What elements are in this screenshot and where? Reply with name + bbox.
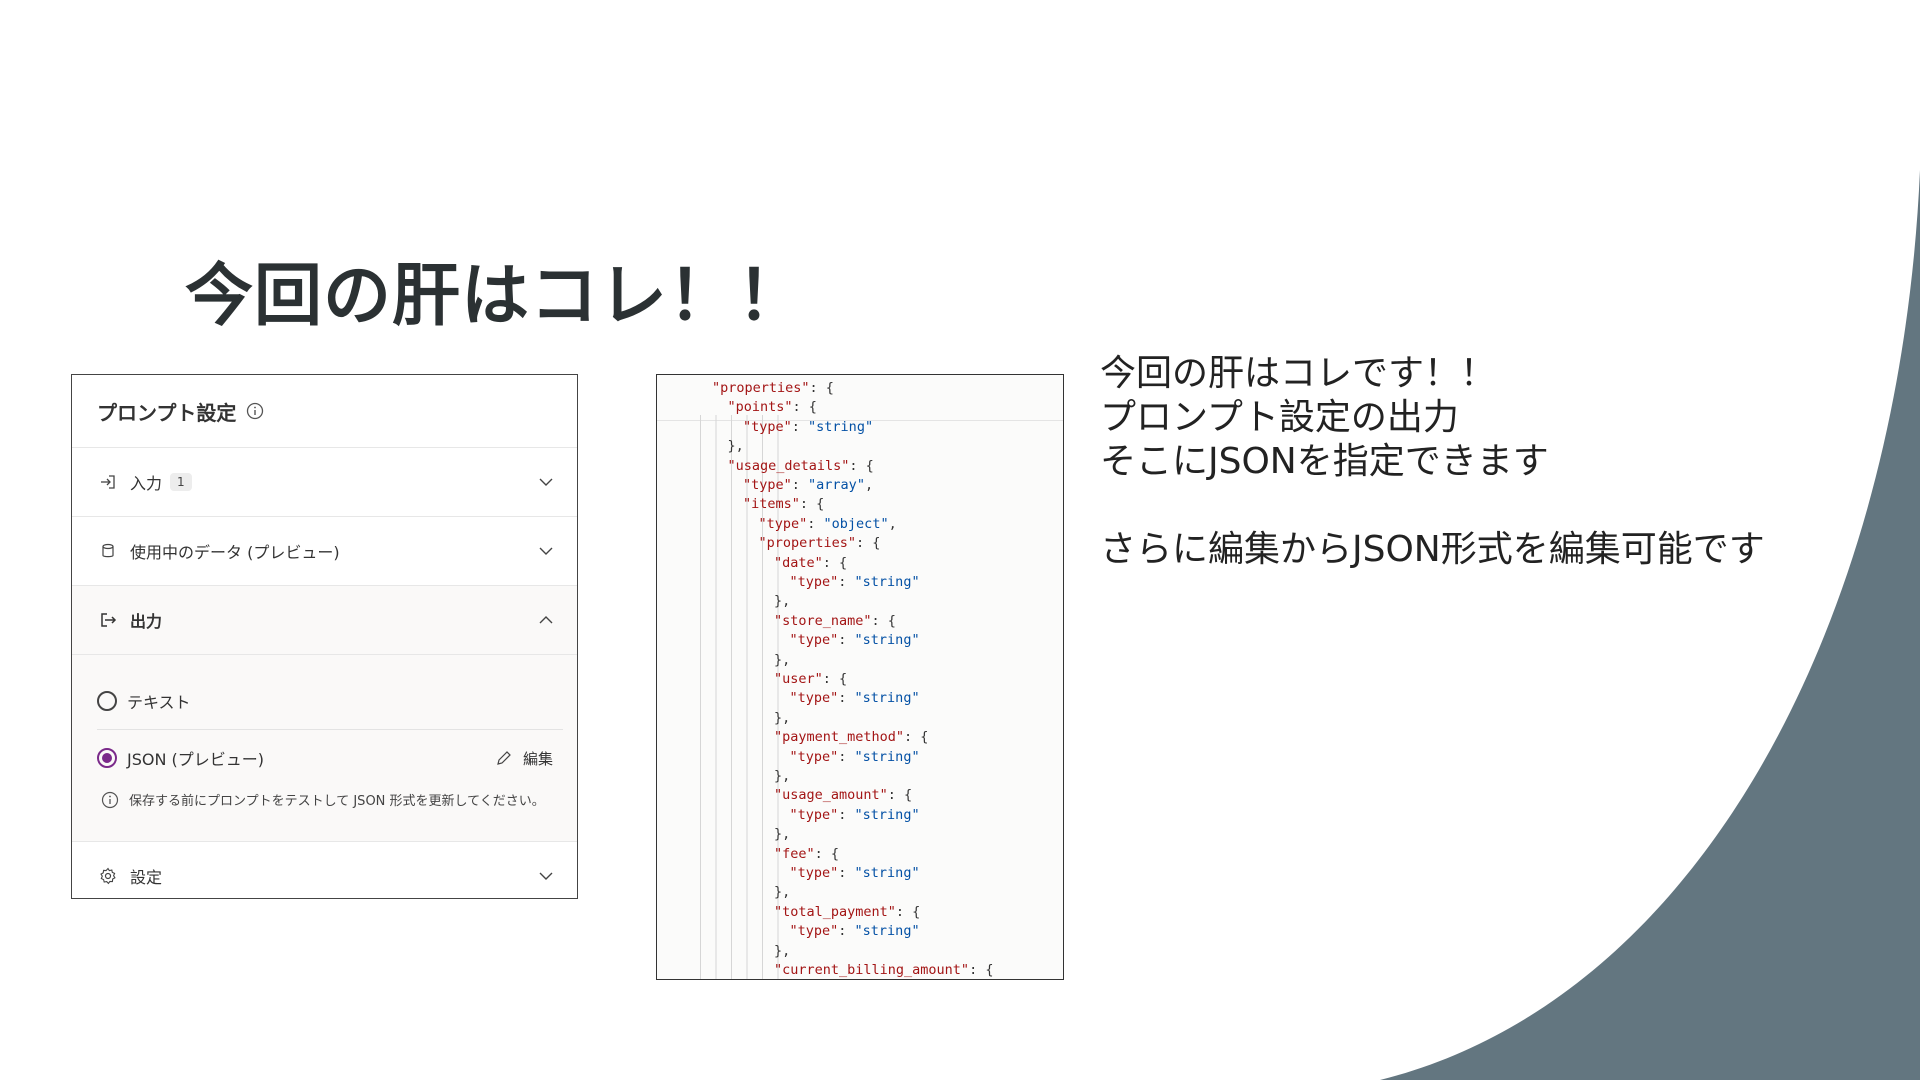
output-arrow-icon <box>98 610 118 630</box>
edit-json-button[interactable]: 編集 <box>495 748 553 769</box>
database-icon <box>98 541 118 561</box>
code-line: "usage_amount": { <box>774 787 913 804</box>
code-line: "date": { <box>774 554 848 571</box>
section-output-label: 出力 <box>130 612 163 631</box>
section-input[interactable]: 入力 1 <box>72 448 577 517</box>
input-count-badge: 1 <box>170 473 192 491</box>
code-line: "type": "string" <box>789 690 920 707</box>
code-line: }, <box>774 884 791 901</box>
code-line: "type": "array", <box>743 477 874 493</box>
code-line: }, <box>774 942 791 959</box>
code-line: "type": "string" <box>789 748 920 765</box>
option-text-label: テキスト <box>127 693 191 712</box>
code-line: "type": "string" <box>743 418 874 435</box>
section-data-in-use[interactable]: 使用中のデータ (プレビュー) <box>72 517 577 586</box>
code-line: "items": { <box>743 496 825 513</box>
panel-title: プロンプト設定 <box>97 400 237 425</box>
chevron-down-icon[interactable] <box>537 867 555 885</box>
pencil-icon <box>495 749 513 767</box>
description-line: プロンプト設定の出力 <box>1100 397 1459 438</box>
slide-title: 今回の肝はコレ！！ <box>185 257 807 336</box>
code-line: "properties": { <box>712 380 834 396</box>
section-output-header[interactable]: 出力 <box>72 586 577 655</box>
code-line: "store_name": { <box>774 612 896 629</box>
code-line: }, <box>774 709 791 726</box>
code-line: "usage_details": { <box>727 457 874 474</box>
info-icon <box>101 791 119 809</box>
gear-icon <box>98 866 118 886</box>
panel-header: プロンプト設定 <box>72 375 577 448</box>
output-options: テキスト JSON (プレビュー) 編集 保存する前にプロンプトをテストして J… <box>72 655 577 841</box>
code-line: }, <box>774 593 791 610</box>
section-input-label: 入力 <box>130 474 163 493</box>
section-settings-label: 設定 <box>130 868 163 887</box>
section-data-label: 使用中のデータ (プレビュー) <box>130 543 340 562</box>
code-line: "type": "object", <box>758 515 897 532</box>
code-line: "current_billing_amount": { <box>774 962 994 978</box>
code-line: "type": "string" <box>789 632 920 649</box>
note-text: 保存する前にプロンプトをテストして JSON 形式を更新してください。 <box>129 794 545 809</box>
code-line: }, <box>774 826 791 843</box>
chevron-up-icon[interactable] <box>537 611 555 629</box>
radio-text[interactable] <box>97 691 117 711</box>
code-line: "total_payment": { <box>774 903 921 920</box>
code-line: }, <box>727 438 744 455</box>
slide-description: 今回の肝はコレです！！ プロンプト設定の出力 そこにJSONを指定できますさらに編集… <box>1100 352 1765 572</box>
edit-label: 編集 <box>522 749 553 768</box>
code-line: }, <box>774 651 791 668</box>
section-settings[interactable]: 設定 <box>72 842 577 898</box>
chevron-down-icon[interactable] <box>537 473 555 491</box>
description-line <box>1100 484 1765 528</box>
code-line: "type": "string" <box>789 806 920 823</box>
code-line: "points": { <box>727 399 817 416</box>
input-arrow-icon <box>98 472 118 492</box>
code-line: "fee": { <box>774 845 840 862</box>
radio-json[interactable] <box>97 748 117 768</box>
code-line: "type": "string" <box>789 865 920 881</box>
info-icon[interactable] <box>246 402 264 420</box>
code-line: "type": "string" <box>789 923 920 940</box>
chevron-down-icon[interactable] <box>537 542 555 560</box>
code-line: }, <box>774 768 791 784</box>
json-update-note: 保存する前にプロンプトをテストして JSON 形式を更新してください。 <box>97 786 563 831</box>
code-line: "type": "string" <box>789 574 920 590</box>
section-output: 出力 テキスト JSON (プレビュー) 編集 保存する前にプロンプトをテストし… <box>72 586 577 842</box>
description-line: そこにJSONを指定できます <box>1100 441 1549 482</box>
code-line: "properties": { <box>758 535 881 552</box>
description-line: 今回の肝はコレです！！ <box>1100 353 1497 394</box>
option-json[interactable]: JSON (プレビュー) 編集 <box>97 730 563 786</box>
code-line: "user": { <box>774 671 848 687</box>
prompt-settings-panel: プロンプト設定 入力 1 使用中のデータ (プレビュー) 出力 テキスト JSO… <box>71 374 578 899</box>
json-schema-code-panel: "properties": { "points": { "type": "strin… <box>656 374 1064 980</box>
description-line: さらに編集からJSON形式を編集可能です <box>1100 529 1765 570</box>
option-json-label: JSON (プレビュー) <box>127 750 265 769</box>
code-line: "payment_method": { <box>774 729 929 746</box>
option-text[interactable]: テキスト <box>97 673 563 730</box>
